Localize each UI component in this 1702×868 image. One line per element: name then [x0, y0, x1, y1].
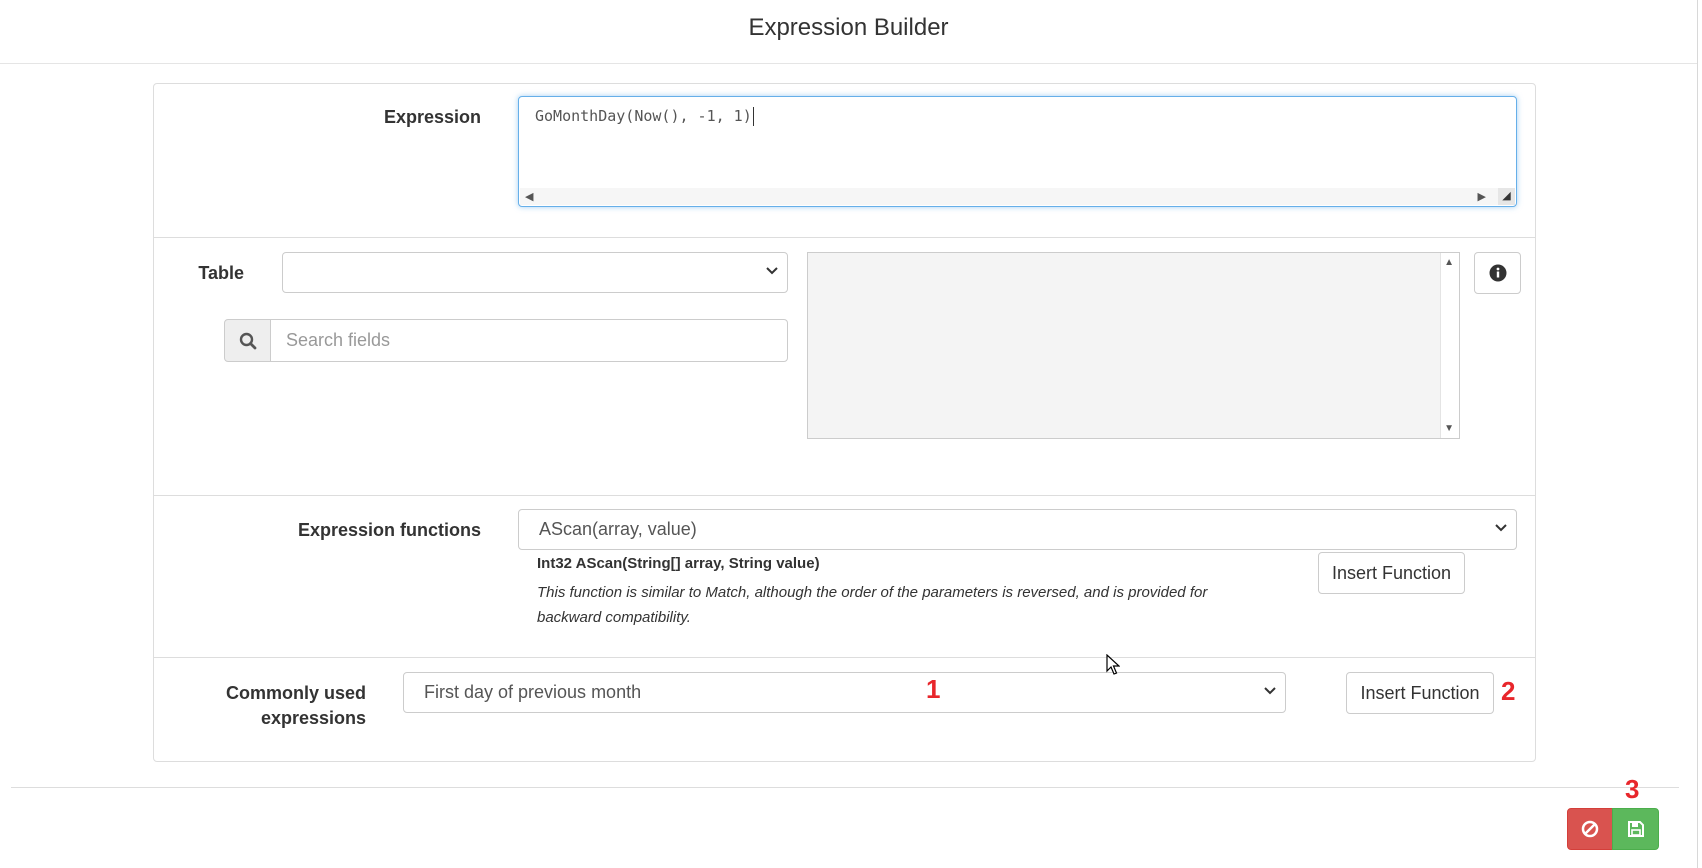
mouse-cursor-icon: [1106, 654, 1120, 675]
insert-function-button[interactable]: Insert Function: [1318, 552, 1465, 594]
commonly-used-value: First day of previous month: [424, 682, 642, 702]
resize-grip-icon[interactable]: ◢: [1498, 188, 1515, 205]
horizontal-scrollbar[interactable]: [520, 188, 1515, 205]
search-icon: [239, 332, 256, 349]
expression-functions-label: Expression functions: [297, 520, 481, 540]
table-label: Table: [198, 263, 244, 283]
scroll-down-icon[interactable]: ▼: [1444, 423, 1454, 434]
search-input[interactable]: Search fields: [270, 319, 788, 362]
page-title: Expression Builder: [748, 14, 949, 41]
footer-divider: [11, 787, 1679, 788]
chevron-down-icon: [765, 253, 779, 292]
function-description: This function is similar to Match, altho…: [537, 584, 1208, 626]
dialog-header: Expression Builder: [0, 0, 1697, 64]
listbox-scrollbar[interactable]: [1440, 253, 1459, 438]
chevron-down-icon: [1263, 673, 1277, 712]
info-button[interactable]: [1474, 252, 1521, 294]
expression-functions-select[interactable]: AScan(array, value): [518, 509, 1517, 550]
expression-label: Expression: [383, 107, 481, 127]
floppy-disk-icon: [1627, 821, 1644, 837]
section-divider: [153, 495, 1536, 496]
search-addon: [224, 319, 271, 362]
annotation-marker-1: 1: [926, 674, 941, 704]
fields-listbox[interactable]: ▲ ▼: [807, 252, 1460, 439]
save-button[interactable]: [1612, 808, 1659, 850]
ban-icon: [1581, 820, 1599, 838]
expression-textarea[interactable]: GoMonthDay(Now(), -1, 1) ◀ ▶ ◢: [518, 96, 1517, 207]
field-search-group: Search fields: [224, 319, 788, 362]
insert-common-expression-button[interactable]: Insert Function: [1346, 672, 1494, 714]
expression-functions-value: AScan(array, value): [539, 519, 697, 539]
commonly-used-label: Commonly used expressions: [225, 683, 366, 728]
section-divider: [153, 657, 1536, 658]
cancel-button[interactable]: [1567, 808, 1613, 850]
chevron-down-icon: [1494, 510, 1508, 549]
annotation-marker-3: 3: [1625, 774, 1640, 804]
commonly-used-select[interactable]: First day of previous month: [403, 672, 1286, 713]
info-icon: [1489, 264, 1506, 282]
section-divider: [153, 237, 1536, 238]
window-scrollbar-edge: [1697, 0, 1698, 868]
annotation-marker-2: 2: [1501, 676, 1516, 706]
expression-text: GoMonthDay(Now(), -1, 1): [535, 107, 754, 126]
scroll-right-icon[interactable]: ▶: [1478, 190, 1486, 203]
function-signature: Int32 AScan(String[] array, String value…: [537, 555, 820, 572]
scroll-left-icon[interactable]: ◀: [525, 190, 533, 203]
table-select[interactable]: [282, 252, 788, 293]
scroll-up-icon[interactable]: ▲: [1444, 257, 1454, 268]
